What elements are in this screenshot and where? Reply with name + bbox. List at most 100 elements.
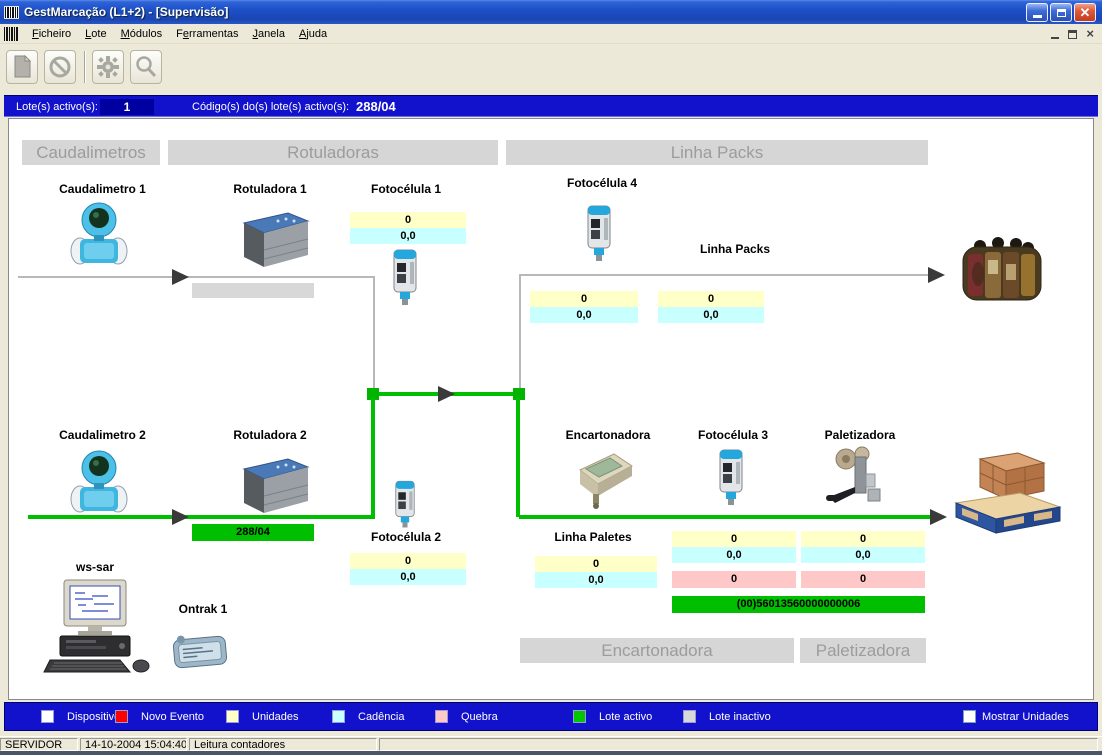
label-ws-sar: ws-sar	[60, 560, 130, 574]
packs-conveyor	[519, 274, 935, 276]
counter-fotocelula-1: 0 0,0	[350, 212, 466, 244]
new-document-button[interactable]	[6, 50, 38, 84]
paletes-conveyor	[519, 515, 936, 519]
rotuladora-2-machine-icon[interactable]	[238, 456, 312, 519]
line2-flow-arrow	[172, 509, 189, 525]
status-server: SERVIDOR	[0, 738, 78, 751]
units-value: 0	[658, 291, 764, 307]
search-button[interactable]	[130, 50, 162, 84]
fotocelula-4-sensor-icon[interactable]	[582, 202, 616, 269]
mdi-minimize-button[interactable]	[1051, 37, 1059, 39]
fotocelula-3-sensor-icon[interactable]	[714, 446, 748, 513]
menu-ajuda[interactable]: Ajuda	[292, 25, 334, 43]
legend-bar: Dispositivo Novo Evento Unidades Cadênci…	[4, 702, 1098, 731]
caudalimetro-1-flowmeter-icon[interactable]	[70, 198, 128, 271]
settings-button[interactable]	[92, 50, 124, 84]
menu-lote[interactable]: Lote	[78, 25, 113, 43]
close-icon: ✕	[1080, 6, 1091, 19]
status-activity: Leitura contadores	[189, 738, 377, 751]
window-bottom-edge	[0, 751, 1102, 755]
cancel-icon	[48, 55, 72, 79]
ws-sar-workstation-icon[interactable]	[42, 578, 152, 681]
menu-ficheiro[interactable]: Ficheiro	[25, 25, 78, 43]
junction-flow-arrow	[438, 386, 455, 402]
show-units-label: Mostrar Unidades	[982, 711, 1069, 723]
rotuladora-1-machine-icon[interactable]	[238, 210, 312, 273]
mdi-restore-button[interactable]	[1068, 30, 1077, 39]
cadence-value: 0,0	[801, 547, 925, 563]
sscc-lot-bar: (00)56013560000000006	[672, 596, 925, 613]
active-lots-label: Lote(s) activo(s):	[16, 101, 98, 113]
encartonadora-machine-icon[interactable]	[570, 446, 640, 515]
window-title: GestMarcação (L1+2) - [Supervisão]	[24, 5, 228, 19]
active-lot-codes-value: 288/04	[356, 99, 396, 114]
paletes-riser	[516, 398, 520, 517]
legend-swatch-lote-inactivo	[683, 710, 696, 723]
line1-flow-arrow	[172, 269, 189, 285]
label-fotocelula-1: Fotocélula 1	[346, 182, 466, 196]
menu-bar: Ficheiro Lote Módulos Ferramentas Janela…	[0, 24, 1102, 44]
application-window: GestMarcação (L1+2) - [Supervisão] ✕ Fic…	[0, 0, 1102, 755]
fotocelula-1-sensor-icon[interactable]	[388, 246, 422, 313]
legend-item-dispositivo: Dispositivo	[41, 710, 120, 723]
label-fotocelula-4: Fotocélula 4	[552, 176, 652, 190]
menu-modulos[interactable]: Módulos	[114, 25, 170, 43]
legend-swatch-dispositivo	[41, 710, 54, 723]
cadence-value: 0,0	[350, 569, 466, 585]
units-value: 0	[672, 531, 796, 547]
cancel-button[interactable]	[44, 50, 76, 84]
counter-fotocelula-2: 0 0,0	[350, 553, 466, 585]
counter-fotocelula-3: 0 0,0 0	[672, 531, 796, 588]
label-linha-paletes: Linha Paletes	[538, 530, 648, 544]
active-lots-bar: Lote(s) activo(s): 1 Código(s) do(s) lot…	[4, 95, 1098, 117]
rotuladora2-lot-bar: 288/04	[192, 524, 314, 541]
toolbar-separator	[84, 51, 86, 83]
counter-linha-packs-a: 0 0,0	[530, 291, 638, 323]
counter-linha-packs-b: 0 0,0	[658, 291, 764, 323]
cadence-value: 0,0	[535, 572, 657, 588]
new-document-icon	[12, 55, 32, 79]
counter-paletizadora: 0 0,0 0	[801, 531, 925, 588]
close-button[interactable]: ✕	[1074, 3, 1096, 22]
legend-swatch-lote-activo	[573, 710, 586, 723]
menu-janela[interactable]: Janela	[246, 25, 292, 43]
legend-swatch-quebra	[435, 710, 448, 723]
label-fotocelula-3: Fotocélula 3	[678, 428, 788, 442]
ontrak-1-io-module-icon[interactable]	[170, 626, 230, 677]
section-header-encartonadora: Encartonadora	[520, 638, 794, 663]
cadence-value: 0,0	[658, 307, 764, 323]
show-units-toggle[interactable]: Mostrar Unidades	[963, 710, 1069, 723]
label-ontrak-1: Ontrak 1	[168, 602, 238, 616]
gear-icon	[96, 55, 120, 79]
units-value: 0	[535, 556, 657, 572]
app-barcode-icon	[4, 6, 19, 19]
cadence-value: 0,0	[350, 228, 466, 244]
toolbar	[0, 45, 1102, 95]
restore-icon	[1057, 9, 1066, 17]
paletizadora-machine-icon[interactable]	[824, 444, 890, 515]
units-value: 0	[350, 212, 466, 228]
caudalimetro-2-flowmeter-icon[interactable]	[70, 446, 128, 519]
minimize-button[interactable]	[1026, 3, 1048, 22]
line1-conveyor	[18, 276, 375, 278]
legend-swatch-cadencia	[332, 710, 345, 723]
section-header-paletizadora: Paletizadora	[800, 638, 926, 663]
break-value: 0	[801, 571, 925, 588]
search-icon	[134, 55, 158, 79]
menu-ferramentas[interactable]: Ferramentas	[169, 25, 245, 43]
show-units-checkbox[interactable]	[963, 710, 976, 723]
section-header-rotuladoras: Rotuladoras	[168, 140, 498, 165]
legend-item-unidades: Unidades	[226, 710, 298, 723]
six-pack-product-image	[958, 234, 1046, 311]
rotuladora1-lot-inactive-bar	[192, 283, 314, 298]
restore-button[interactable]	[1050, 3, 1072, 22]
label-encartonadora: Encartonadora	[553, 428, 663, 442]
break-value: 0	[672, 571, 796, 588]
status-extra	[379, 738, 1098, 751]
section-header-caudalimetros: Caudalimetros	[22, 140, 160, 165]
mdi-close-button[interactable]: ×	[1086, 28, 1094, 40]
fotocelula-2-sensor-icon[interactable]	[390, 478, 420, 535]
status-datetime: 14-10-2004 15:04:40	[80, 738, 187, 751]
line1-drop	[373, 276, 375, 390]
legend-item-cadencia: Cadência	[332, 710, 404, 723]
